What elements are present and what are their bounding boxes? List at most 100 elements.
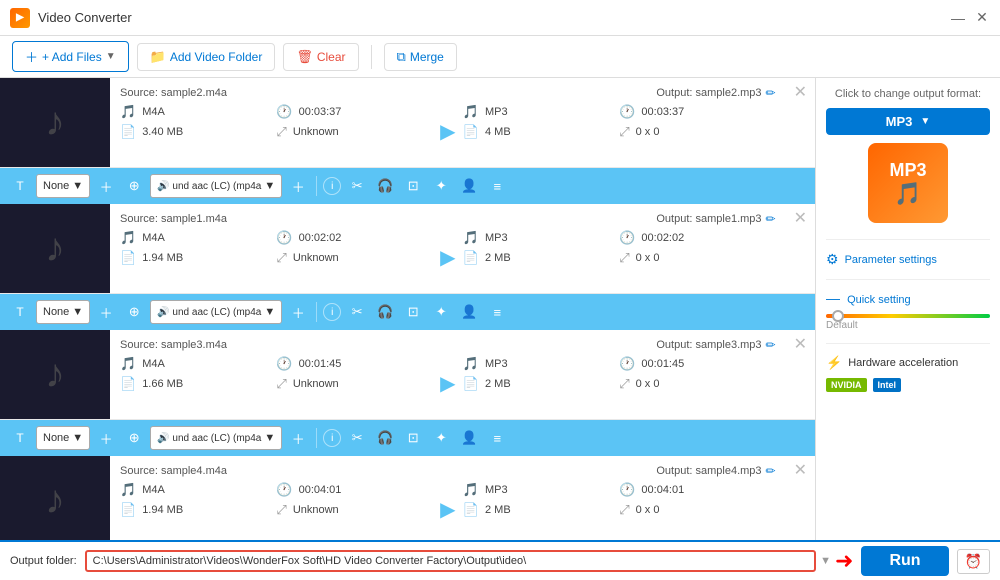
edit-icon[interactable]: ✏: [766, 86, 776, 100]
res-row: ⤢ Unknown: [276, 502, 432, 518]
preset-dropdown[interactable]: None ▼: [36, 300, 90, 324]
out-resize-icon: ⤢: [619, 124, 629, 140]
out-format: MP3: [485, 106, 508, 118]
cut-button[interactable]: ✂: [345, 426, 369, 450]
person-button[interactable]: 👤: [457, 300, 481, 324]
person-button[interactable]: 👤: [457, 426, 481, 450]
preset-dropdown[interactable]: None ▼: [36, 174, 90, 198]
right-arrow-icon: ▶: [440, 497, 455, 522]
minimize-button[interactable]: —: [950, 10, 966, 26]
remove-file-button[interactable]: ✕: [786, 204, 815, 232]
codec-dropdown[interactable]: 🔊 und aac (LC) (mp4a ▼: [150, 174, 282, 198]
duration-row: 🕐 00:04:01: [276, 482, 432, 498]
edit-icon[interactable]: ✏: [766, 212, 776, 226]
run-button[interactable]: Run: [861, 546, 948, 576]
add-audio-button[interactable]: ＋: [286, 174, 310, 198]
right-arrow-icon: ▶: [440, 245, 455, 270]
out-duration: 00:04:01: [641, 484, 684, 496]
file-list: ♪ Source: sample2.m4a Output: sample2.mp…: [0, 78, 815, 540]
file-labels-row: Source: sample4.m4a Output: sample4.mp3 …: [120, 464, 776, 478]
subtitle2-button[interactable]: ≡: [485, 426, 509, 450]
out-size-row: 📄 2 MB: [463, 250, 619, 266]
codec-dropdown[interactable]: 🔊 und aac (LC) (mp4a ▼: [150, 300, 282, 324]
out-res-row: ⤢ 0 x 0: [619, 124, 775, 140]
source-label: Source: sample4.m4a: [120, 465, 227, 477]
crop-button[interactable]: ⊡: [401, 174, 425, 198]
file-meta: 🎵 M4A 📄 3.40 MB 🕐 00:03:37: [120, 104, 776, 159]
remove-file-button[interactable]: ✕: [786, 456, 815, 484]
format-row: 🎵 M4A: [120, 104, 276, 120]
subtitle2-button[interactable]: ≡: [485, 300, 509, 324]
add-audio-button[interactable]: ＋: [286, 426, 310, 450]
edit-icon[interactable]: ✏: [766, 464, 776, 478]
crop-button[interactable]: ⊡: [401, 300, 425, 324]
headphones-button[interactable]: 🎧: [373, 426, 397, 450]
effect-button[interactable]: ✦: [429, 300, 453, 324]
effect-button[interactable]: ✦: [429, 426, 453, 450]
subtitle2-button[interactable]: ≡: [485, 174, 509, 198]
add-subtitle-button[interactable]: ＋: [94, 426, 118, 450]
path-dropdown-icon[interactable]: ▼: [820, 555, 831, 567]
quality-slider[interactable]: Default: [826, 310, 990, 337]
src-res: Unknown: [293, 504, 339, 516]
out-format-icon: 🎵: [463, 356, 479, 372]
info-button[interactable]: i: [323, 429, 341, 447]
out-res: 0 x 0: [636, 252, 660, 264]
headphones-button[interactable]: 🎧: [373, 174, 397, 198]
cut-button[interactable]: ✂: [345, 300, 369, 324]
src-duration: 00:03:37: [299, 106, 342, 118]
copy-button[interactable]: ⊕: [122, 300, 146, 324]
merge-button[interactable]: ⧉ Merge: [384, 43, 457, 71]
add-audio-button[interactable]: ＋: [286, 300, 310, 324]
out-format: MP3: [485, 232, 508, 244]
copy-button[interactable]: ⊕: [122, 426, 146, 450]
arrow-divider: ▶: [433, 104, 463, 159]
hw-acceleration-option[interactable]: ⚡ Hardware acceleration: [826, 350, 990, 376]
effect-button[interactable]: ✦: [429, 174, 453, 198]
headphones-button[interactable]: 🎧: [373, 300, 397, 324]
quick-setting-label[interactable]: — Quick setting: [826, 286, 990, 310]
src-format: M4A: [142, 358, 165, 370]
file-meta: 🎵 M4A 📄 1.94 MB 🕐 00:02:02: [120, 230, 776, 285]
crop-button[interactable]: ⊡: [401, 426, 425, 450]
src-res: Unknown: [293, 126, 339, 138]
preset-dropdown-icon: ▼: [72, 306, 83, 318]
add-files-dropdown-icon[interactable]: ▼: [106, 51, 116, 62]
format-dropdown-icon: ▼: [920, 116, 930, 127]
duration-row: 🕐 00:03:37: [276, 104, 432, 120]
remove-file-button[interactable]: ✕: [786, 78, 815, 106]
edit-icon[interactable]: ✏: [766, 338, 776, 352]
src-format: M4A: [142, 232, 165, 244]
subtitle-icon: T: [8, 426, 32, 450]
slider-thumb[interactable]: [832, 310, 844, 322]
source-label: Source: sample1.m4a: [120, 213, 227, 225]
preset-dropdown[interactable]: None ▼: [36, 426, 90, 450]
info-button[interactable]: i: [323, 177, 341, 195]
out-duration-row: 🕐 00:02:02: [619, 230, 775, 246]
app-title: Video Converter: [38, 10, 950, 25]
info-button[interactable]: i: [323, 303, 341, 321]
resize-icon: ⤢: [276, 250, 286, 266]
schedule-button[interactable]: ⏰: [957, 549, 990, 574]
right-panel: Click to change output format: MP3 ▼ MP3…: [815, 78, 1000, 540]
cut-button[interactable]: ✂: [345, 174, 369, 198]
clear-button[interactable]: 🗑 Clear: [283, 43, 358, 71]
add-files-button[interactable]: ＋ + Add Files ▼: [12, 41, 129, 72]
add-subtitle-button[interactable]: ＋: [94, 300, 118, 324]
add-video-folder-button[interactable]: 📁 Add Video Folder: [137, 43, 276, 71]
person-button[interactable]: 👤: [457, 174, 481, 198]
add-subtitle-button[interactable]: ＋: [94, 174, 118, 198]
remove-file-button[interactable]: ✕: [786, 330, 815, 358]
close-button[interactable]: ✕: [974, 10, 990, 26]
codec-label: 🔊 und aac (LC) (mp4a: [157, 433, 261, 444]
parameter-settings-option[interactable]: ⚙ Parameter settings: [826, 246, 990, 273]
src-size: 1.94 MB: [142, 252, 183, 264]
codec-dropdown[interactable]: 🔊 und aac (LC) (mp4a ▼: [150, 426, 282, 450]
format-selector[interactable]: MP3 ▼: [826, 108, 990, 135]
right-arrow-icon: ▶: [440, 119, 455, 144]
controls-bar: T None ▼ ＋ ⊕ 🔊 und aac (LC) (mp4a ▼ ＋ i …: [0, 294, 815, 330]
out-resize-icon: ⤢: [619, 502, 629, 518]
output-path-input[interactable]: C:\Users\Administrator\Videos\WonderFox …: [85, 550, 816, 572]
copy-button[interactable]: ⊕: [122, 174, 146, 198]
app-logo: ▶: [10, 8, 30, 28]
